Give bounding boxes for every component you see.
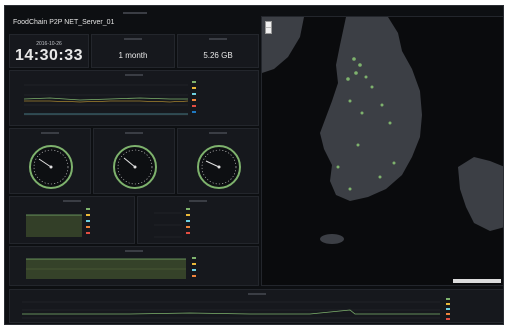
gauge-1 — [29, 145, 73, 189]
logged-in-series-line — [22, 309, 440, 315]
memory-area-chart[interactable] — [10, 247, 259, 286]
korea-map — [262, 17, 503, 244]
korea-peninsula-shape — [320, 17, 422, 201]
map-panel[interactable] — [261, 16, 503, 286]
cpu-series-line-1 — [23, 97, 188, 101]
disk-area-chart[interactable] — [10, 197, 135, 244]
storage-panel: 5.26 GB — [177, 34, 259, 68]
minus-icon[interactable] — [266, 28, 271, 34]
dashboard-title[interactable]: FoodChain P2P NET_Server_01 — [13, 19, 114, 26]
map-zoom-control[interactable] — [265, 21, 272, 34]
dashboard-top-indicator — [123, 12, 147, 14]
cpu-line-chart[interactable] — [10, 71, 259, 126]
gauge-panel-3 — [177, 128, 259, 194]
uptime-panel-header — [92, 38, 174, 41]
cpu-series-line-2 — [24, 100, 189, 103]
memory-legend-swatches — [192, 257, 196, 277]
gauge-2 — [113, 145, 157, 189]
uptime-value: 1 month — [118, 51, 148, 60]
clock-time: 14:30:33 — [14, 47, 84, 64]
dashboard-frame: FoodChain P2P NET_Server_01 2016-10-26 1… — [4, 5, 504, 325]
disk-space-panel — [9, 196, 135, 244]
disk-legend-swatches — [86, 208, 90, 234]
gauge-panel-1 — [9, 128, 91, 194]
storage-panel-header — [178, 38, 258, 41]
memory-panel — [9, 246, 259, 286]
cpu-usage-panel — [9, 70, 259, 126]
logged-in-users-chart[interactable] — [10, 290, 504, 323]
map-attribution[interactable] — [453, 279, 501, 283]
storage-value: 5.26 GB — [203, 51, 233, 60]
logged-in-users-panel — [9, 289, 504, 323]
network-traffic-panel — [137, 196, 259, 244]
logged-in-legend-swatches — [446, 298, 450, 320]
japan-shape — [458, 157, 503, 231]
jeju-island-shape — [320, 234, 344, 244]
network-chart[interactable] — [138, 197, 259, 244]
uptime-panel: 1 month — [91, 34, 175, 68]
clock-panel: 2016-10-26 14:30:33 — [9, 34, 89, 68]
cpu-legend-swatches — [192, 81, 196, 113]
network-legend-swatches — [186, 208, 190, 234]
gauge-3 — [197, 145, 241, 189]
gauge-panel-2 — [93, 128, 175, 194]
